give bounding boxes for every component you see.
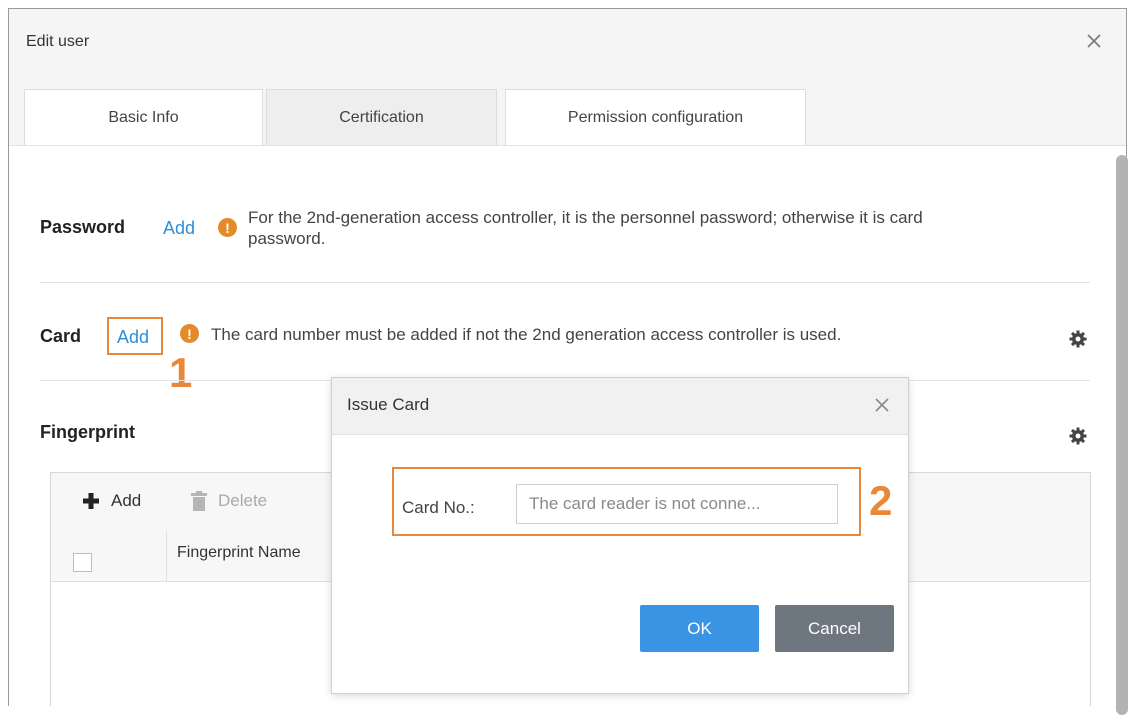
ok-button[interactable]: OK	[640, 605, 759, 652]
tab-permission-configuration[interactable]: Permission configuration	[505, 89, 806, 145]
card-add-link[interactable]: Add	[117, 327, 149, 348]
gear-icon[interactable]	[1068, 426, 1088, 446]
card-hint: The card number must be added if not the…	[211, 325, 842, 344]
card-no-label: Card No.:	[402, 498, 475, 517]
cancel-button[interactable]: Cancel	[775, 605, 894, 652]
fingerprint-add-button[interactable]: Add	[81, 491, 141, 511]
column-header-fingerprint-name: Fingerprint Name	[177, 544, 301, 561]
divider	[40, 282, 1090, 283]
trash-icon	[191, 491, 207, 511]
card-no-input[interactable]	[516, 484, 838, 524]
password-label: Password	[40, 217, 126, 237]
password-hint-line2: password.	[248, 229, 326, 248]
fingerprint-add-label: Add	[111, 491, 142, 510]
tab-bar: Basic Info Certification Permission conf…	[9, 73, 1126, 146]
scrollbar[interactable]	[1116, 155, 1128, 715]
step-2-number: 2	[869, 477, 893, 524]
step-1-number: 1	[169, 349, 193, 396]
password-add-link[interactable]: Add	[163, 218, 195, 239]
select-all-checkbox[interactable]	[73, 553, 92, 572]
window-title: Edit user	[26, 33, 90, 50]
warning-icon: !	[180, 324, 199, 343]
close-icon[interactable]	[873, 396, 891, 414]
column-separator	[166, 531, 167, 581]
plus-icon	[83, 493, 99, 509]
title-bar: Edit user	[9, 9, 1126, 74]
issue-card-dialog: Issue Card Card No.: OK Cancel	[331, 377, 909, 694]
warning-icon: !	[218, 218, 237, 237]
card-label: Card	[40, 326, 82, 346]
fingerprint-delete-button[interactable]: Delete	[190, 491, 267, 511]
fingerprint-label: Fingerprint	[40, 422, 135, 442]
fingerprint-delete-label: Delete	[218, 491, 268, 510]
close-icon[interactable]	[1084, 31, 1104, 51]
tab-certification[interactable]: Certification	[266, 89, 497, 145]
gear-icon[interactable]	[1068, 329, 1088, 349]
dialog-title: Issue Card	[347, 395, 430, 414]
dialog-header: Issue Card	[332, 378, 908, 435]
password-hint-line1: For the 2nd-generation access controller…	[248, 208, 923, 227]
tab-basic-info[interactable]: Basic Info	[24, 89, 263, 145]
